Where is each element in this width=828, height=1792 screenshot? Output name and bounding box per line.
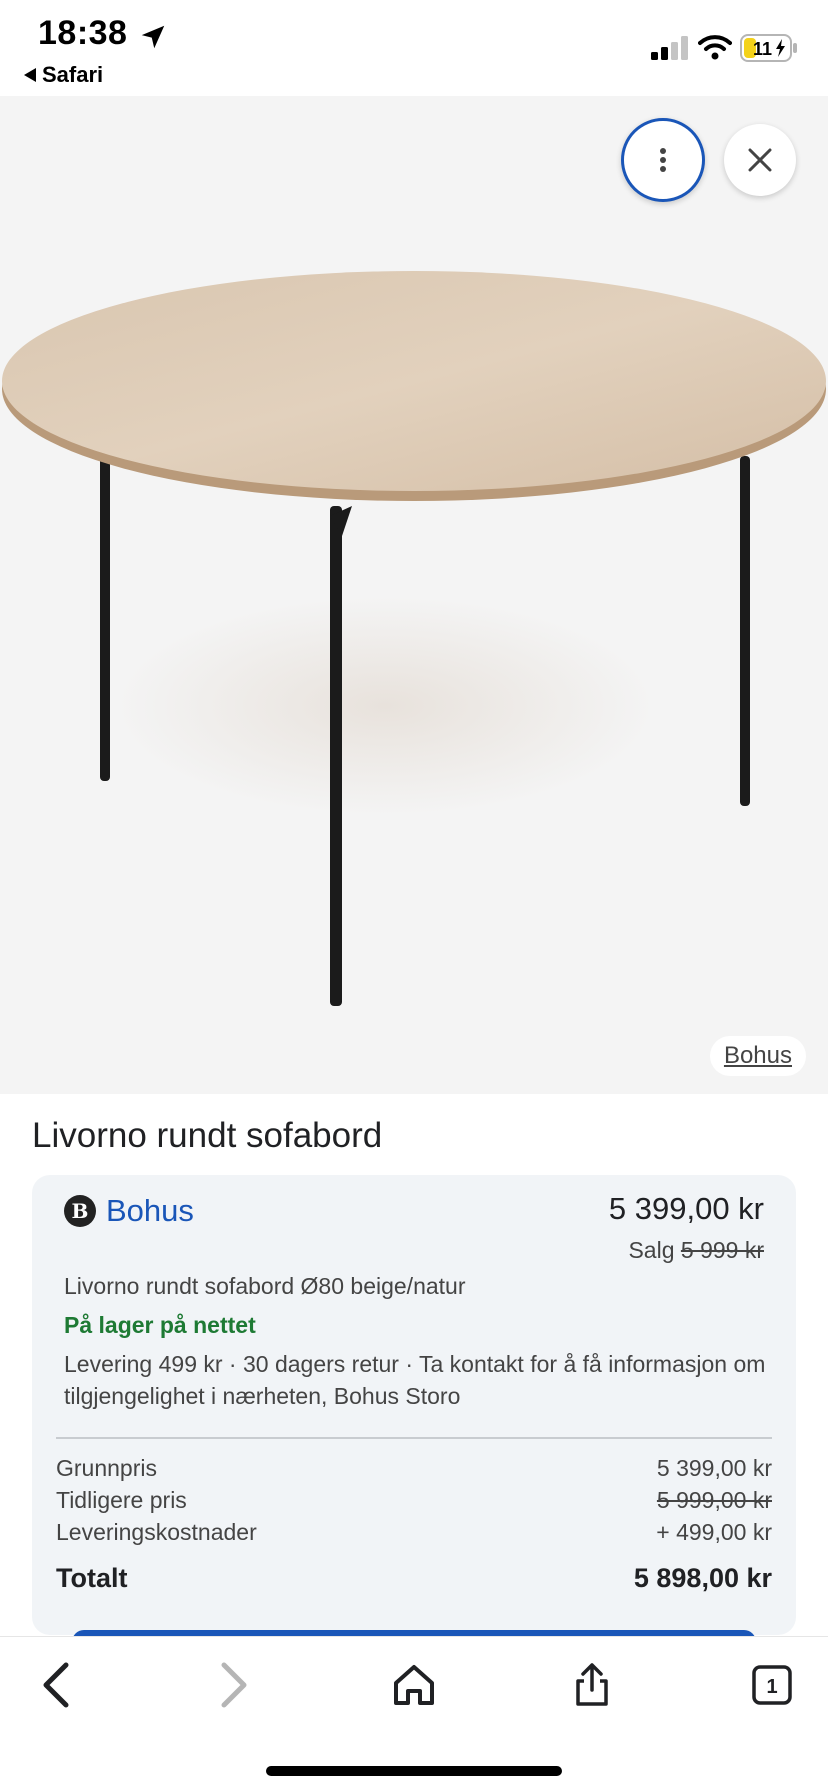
home-indicator[interactable]	[266, 1766, 562, 1776]
status-time: 18:38	[38, 14, 128, 52]
browser-toolbar: 1	[0, 1636, 828, 1792]
location-arrow-icon	[141, 25, 165, 49]
battery-icon: 11	[740, 34, 797, 62]
status-bar: 18:38 Safari 11	[0, 0, 828, 96]
stock-status: På lager på nettet	[64, 1312, 256, 1338]
total-label: Totalt	[56, 1563, 128, 1593]
base-price-label: Grunnpris	[56, 1455, 157, 1481]
sale-label: Salg	[628, 1237, 675, 1263]
product-description: Livorno rundt sofabord Ø80 beige/natur	[64, 1273, 466, 1299]
more-options-button[interactable]	[621, 118, 705, 202]
forward-button[interactable]	[204, 1655, 264, 1715]
share-button[interactable]	[562, 1655, 622, 1715]
shipping-row: Leveringskostnader + 499,00 kr	[56, 1519, 772, 1546]
base-price-row: Grunnpris 5 399,00 kr	[56, 1455, 772, 1482]
merchant-logo: B	[64, 1195, 96, 1227]
shipping-value: + 499,00 kr	[656, 1519, 772, 1545]
tabs-icon: 1	[752, 1665, 792, 1705]
product-title: Livorno rundt sofabord	[32, 1116, 383, 1155]
share-icon	[576, 1663, 608, 1706]
wifi-icon	[698, 35, 732, 60]
close-icon	[748, 148, 772, 172]
base-price-value: 5 399,00 kr	[656, 1455, 772, 1481]
merchant-name[interactable]: Bohus	[106, 1193, 194, 1229]
shipping-label: Leveringskostnader	[56, 1519, 257, 1545]
tabs-button[interactable]: 1	[742, 1655, 802, 1715]
previous-price-row: Tidligere pris 5 999,00 kr	[56, 1487, 772, 1514]
back-app-label: Safari	[42, 62, 104, 87]
delivery-info: Levering 499 kr · 30 dagers retur · Ta k…	[64, 1351, 766, 1409]
divider	[56, 1437, 772, 1439]
image-source-link[interactable]: Bohus	[709, 1036, 806, 1076]
previous-price-value: 5 999,00 kr	[656, 1487, 772, 1513]
chevron-right-icon	[221, 1662, 247, 1708]
product-image-viewer[interactable]: Bohus	[0, 96, 828, 1094]
chevron-left-icon	[43, 1662, 69, 1708]
previous-price-label: Tidligere pris	[56, 1487, 187, 1513]
home-icon	[394, 1665, 434, 1705]
total-row: Totalt 5 898,00 kr	[56, 1563, 772, 1594]
old-price: 5 999 kr	[680, 1237, 764, 1263]
cellular-signal-icon	[651, 36, 688, 60]
close-button[interactable]	[724, 124, 796, 196]
back-to-app-link[interactable]: Safari	[24, 62, 103, 88]
merchant-link[interactable]: B Bohus	[64, 1193, 194, 1229]
back-triangle-icon	[24, 68, 36, 82]
sale-info: Salg 5 999 kr	[628, 1237, 764, 1264]
offer-card: B Bohus 5 399,00 kr Salg 5 999 kr Livorn…	[32, 1175, 796, 1642]
battery-level: 11	[753, 39, 772, 59]
back-button[interactable]	[26, 1655, 86, 1715]
product-image	[2, 271, 826, 1006]
total-value: 5 898,00 kr	[633, 1563, 772, 1593]
more-vertical-icon	[660, 148, 666, 172]
home-button[interactable]	[384, 1655, 444, 1715]
current-price: 5 399,00 kr	[608, 1191, 764, 1226]
tabs-count: 1	[766, 1676, 777, 1698]
